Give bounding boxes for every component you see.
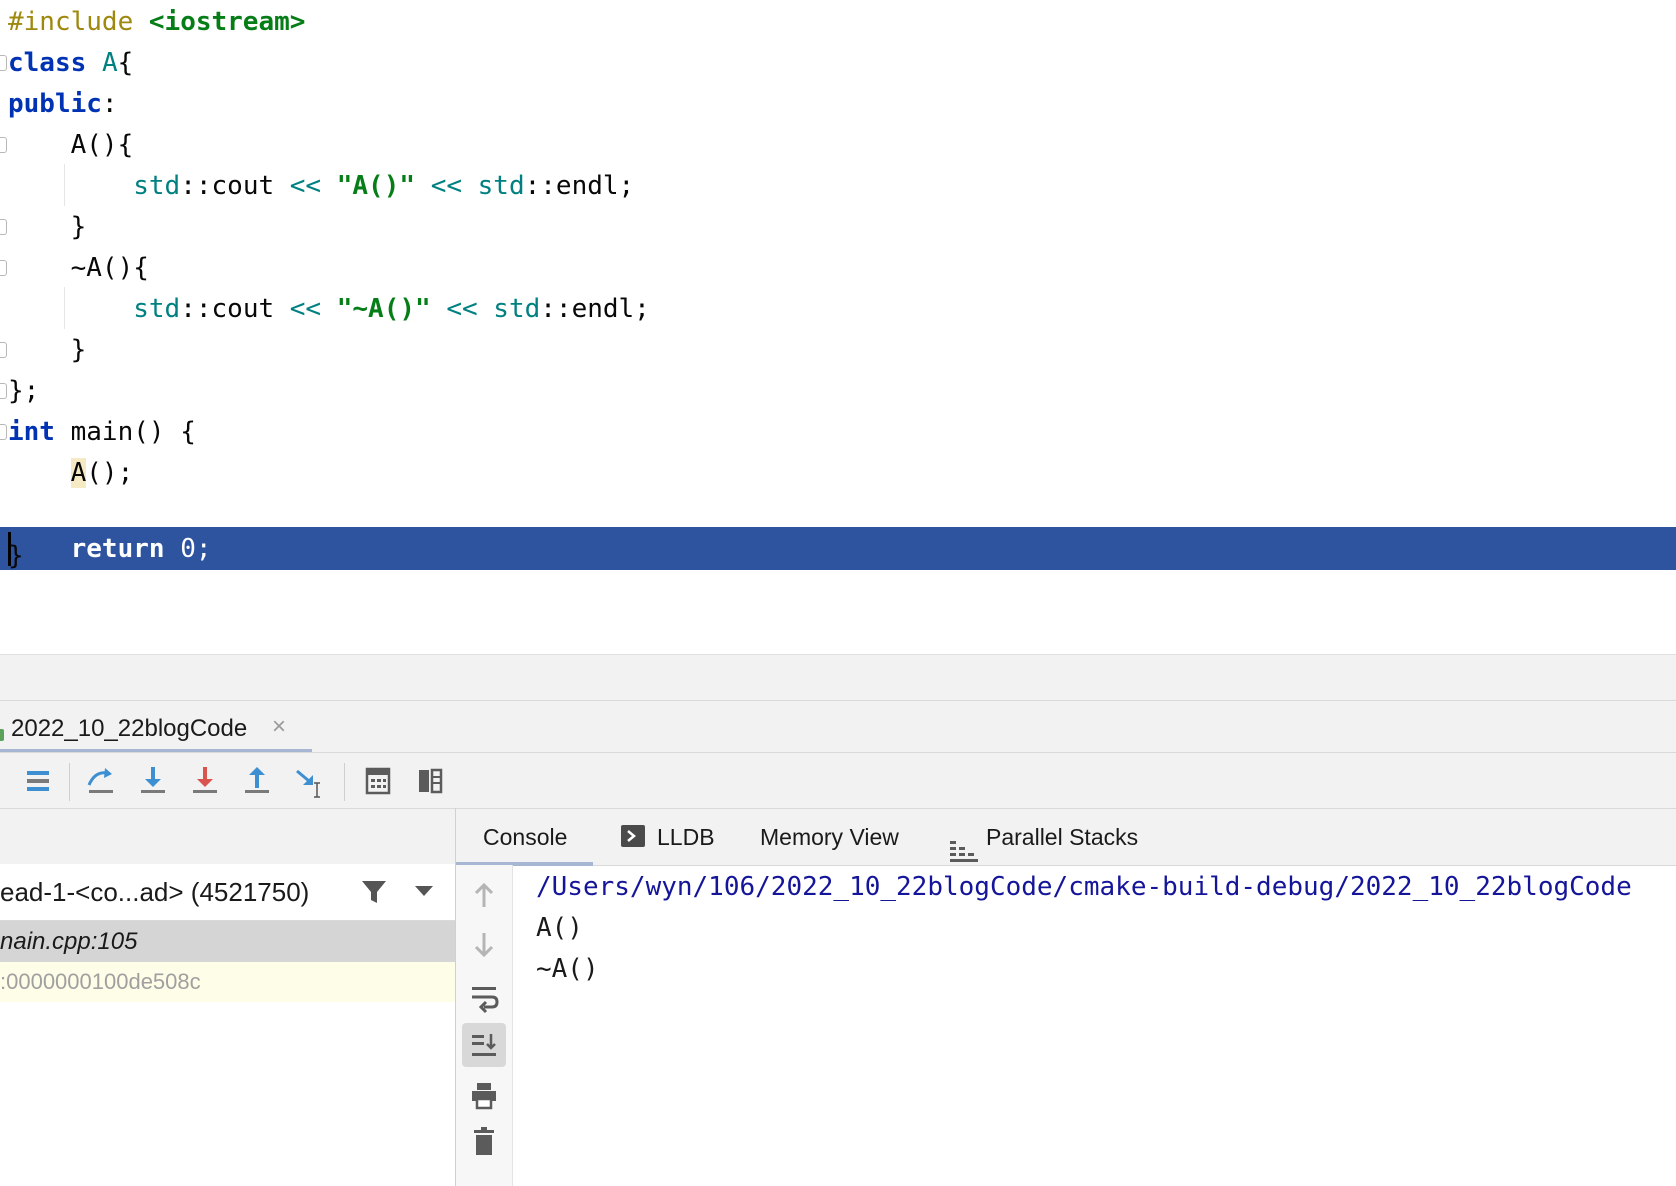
debug-session-tab[interactable]: 2022_10_22blogCode × xyxy=(0,701,312,753)
execution-point-line[interactable]: return 0; xyxy=(0,527,1676,570)
stack-frame-item[interactable]: nain.cpp:105 xyxy=(0,921,455,962)
step-over-icon[interactable] xyxy=(79,759,123,803)
code-line-4[interactable]: A(){ xyxy=(8,123,134,167)
code-line-5[interactable]: std::cout << "A()" << std::endl; xyxy=(8,164,634,208)
code-line-11[interactable]: int main() { xyxy=(8,410,196,454)
code-line-8[interactable]: std::cout << "~A()" << std::endl; xyxy=(8,287,650,331)
code-line-12[interactable]: A(); xyxy=(8,451,133,495)
code-line-2[interactable]: class A{ xyxy=(8,41,133,85)
editor-divider xyxy=(0,654,1676,701)
frames-panel: ead-1-<co...ad> (4521750) nain.cpp:105 :… xyxy=(0,808,456,1186)
print-icon[interactable] xyxy=(462,1073,506,1117)
code-editor[interactable]: #include <iostream> class A{ public: A()… xyxy=(0,0,1676,654)
fold-marker-icon[interactable] xyxy=(0,55,7,71)
scroll-to-end-icon[interactable] xyxy=(462,1023,506,1067)
tab-memory-view[interactable]: Memory View xyxy=(760,809,899,865)
console-tab-bar: Console LLDB Memory View Parallel Stacks xyxy=(456,808,1676,866)
fold-marker-icon[interactable] xyxy=(0,219,7,235)
debug-toolbar xyxy=(0,752,1676,809)
code-line-9[interactable]: } xyxy=(8,328,87,372)
tab-console[interactable]: Console xyxy=(456,809,593,866)
toolbar-separator xyxy=(344,763,345,801)
console-side-toolbar xyxy=(456,865,513,1186)
filter-icon[interactable] xyxy=(360,878,388,911)
code-line-1[interactable]: #include <iostream> xyxy=(8,0,305,44)
run-config-icon xyxy=(0,729,4,741)
terminal-icon xyxy=(621,825,645,847)
run-to-cursor-icon[interactable] xyxy=(287,759,331,803)
console-output-line: /Users/wyn/106/2022_10_22blogCode/cmake-… xyxy=(536,872,1632,902)
evaluate-expression-icon[interactable] xyxy=(356,759,400,803)
console-output-line: ~A() xyxy=(536,954,599,984)
fold-marker-icon[interactable] xyxy=(0,383,7,399)
code-line-3[interactable]: public: xyxy=(8,82,118,126)
scroll-down-icon[interactable] xyxy=(462,923,506,967)
code-line-10[interactable]: }; xyxy=(8,369,39,413)
stack-frame-item[interactable]: :0000000100de508c xyxy=(0,962,455,1002)
fold-marker-icon[interactable] xyxy=(0,424,7,440)
code-line-14-text[interactable]: } xyxy=(8,534,24,578)
soft-wrap-icon[interactable] xyxy=(462,975,506,1019)
fold-marker-icon[interactable] xyxy=(0,260,7,276)
thread-label: ead-1-<co...ad> (4521750) xyxy=(0,877,310,907)
layout-icon[interactable] xyxy=(408,759,452,803)
chevron-down-icon[interactable] xyxy=(414,884,434,903)
fold-marker-icon[interactable] xyxy=(0,137,7,153)
code-line-6[interactable]: } xyxy=(8,205,87,249)
debug-tab-bar: 2022_10_22blogCode × xyxy=(0,700,1676,753)
frames-header xyxy=(0,808,455,866)
close-icon[interactable]: × xyxy=(272,715,286,739)
code-line-13[interactable]: return 0; xyxy=(8,527,212,571)
step-into-icon[interactable] xyxy=(131,759,175,803)
thread-selector[interactable]: ead-1-<co...ad> (4521750) xyxy=(0,864,455,921)
console-output-line: A() xyxy=(536,913,583,943)
code-line-7[interactable]: ~A(){ xyxy=(8,246,149,290)
toolbar-separator xyxy=(69,763,70,801)
force-step-into-icon[interactable] xyxy=(183,759,227,803)
show-execution-point-icon[interactable] xyxy=(16,759,60,803)
fold-marker-icon[interactable] xyxy=(0,342,7,358)
scroll-up-icon[interactable] xyxy=(462,873,506,917)
trash-icon[interactable] xyxy=(462,1119,506,1163)
console-panel: Console LLDB Memory View Parallel Stacks xyxy=(456,808,1676,1186)
step-out-icon[interactable] xyxy=(235,759,279,803)
